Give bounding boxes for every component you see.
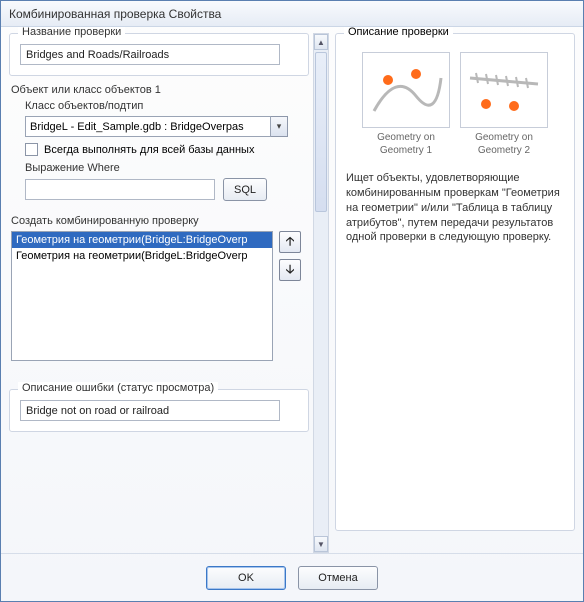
check-name-legend: Название проверки — [18, 27, 125, 38]
move-up-button[interactable]: 🡡 — [279, 231, 301, 253]
composite-listbox[interactable]: Геометрия на геометрии(BridgeL:BridgeOve… — [11, 231, 273, 361]
check-name-input[interactable] — [20, 44, 280, 65]
thumbnail-2-image — [460, 52, 548, 128]
thumbnail-1: Geometry on Geometry 1 — [362, 52, 450, 157]
check-description-text: Ищет объекты, удовлетворяющие комбиниров… — [346, 171, 564, 245]
scroll-down-button[interactable]: ▼ — [314, 536, 328, 552]
window-title: Комбинированная проверка Свойства — [9, 7, 221, 21]
error-description-group: Описание ошибки (статус просмотра) — [9, 389, 309, 432]
scroll-track: ▲ ▼ — [313, 33, 329, 553]
sql-button[interactable]: SQL — [223, 178, 267, 201]
geometry-icon — [464, 56, 544, 124]
scroll-up-button[interactable]: ▲ — [314, 34, 328, 50]
arrow-up-icon: 🡡 — [286, 232, 295, 253]
feature-subtype-label: Класс объектов/подтип — [25, 100, 307, 112]
list-item[interactable]: Геометрия на геометрии(BridgeL:BridgeOve… — [12, 232, 272, 248]
ok-button[interactable]: OK — [206, 566, 286, 590]
scroll-thumb[interactable] — [315, 52, 327, 212]
content-area: Название проверки Объект или класс объек… — [1, 27, 583, 553]
chevron-down-icon: ▾ — [277, 121, 282, 132]
always-run-checkbox[interactable] — [25, 143, 38, 156]
dialog-footer: OK Отмена — [1, 553, 583, 601]
always-run-label: Всегда выполнять для всей базы данных — [44, 144, 254, 156]
dialog-window: Комбинированная проверка Свойства Назван… — [0, 0, 584, 602]
error-legend: Описание ошибки (статус просмотра) — [18, 382, 218, 394]
cancel-button[interactable]: Отмена — [298, 566, 378, 590]
feature-class-label: Объект или класс объектов 1 — [11, 84, 307, 96]
list-item[interactable]: Геометрия на геометрии(BridgeL:BridgeOve… — [12, 248, 272, 264]
thumbnail-2-label: Geometry on Geometry 2 — [460, 132, 548, 157]
geometry-icon — [366, 56, 446, 124]
check-description-legend: Описание проверки — [344, 27, 453, 38]
reorder-buttons: 🡡 🡣 — [279, 231, 301, 361]
arrow-down-icon: 🡣 — [286, 260, 295, 281]
where-input[interactable] — [25, 179, 215, 200]
where-row: SQL — [25, 178, 307, 201]
feature-combo[interactable]: BridgeL - Edit_Sample.gdb : BridgeOverpa… — [25, 116, 271, 137]
thumbnail-1-image — [362, 52, 450, 128]
error-description-input[interactable] — [20, 400, 280, 421]
create-composite-label: Создать комбинированную проверку — [11, 215, 307, 227]
left-column: Название проверки Объект или класс объек… — [9, 33, 309, 553]
feature-class-section: Объект или класс объектов 1 Класс объект… — [9, 84, 309, 201]
check-name-group: Название проверки — [9, 33, 309, 76]
where-label: Выражение Where — [25, 162, 307, 174]
check-description-group: Описание проверки Geometry on Geometry 1 — [335, 33, 575, 531]
list-row: Геометрия на геометрии(BridgeL:BridgeOve… — [11, 231, 307, 361]
thumbnail-1-label: Geometry on Geometry 1 — [362, 132, 450, 157]
move-down-button[interactable]: 🡣 — [279, 259, 301, 281]
vertical-scrollbar[interactable]: ▲ ▼ — [313, 33, 331, 553]
feature-combo-row: BridgeL - Edit_Sample.gdb : BridgeOverpa… — [25, 116, 307, 137]
thumbnails-row: Geometry on Geometry 1 — [346, 52, 564, 157]
chevron-down-icon: ▼ — [317, 540, 325, 549]
thumbnail-2: Geometry on Geometry 2 — [460, 52, 548, 157]
always-run-row: Всегда выполнять для всей базы данных — [25, 143, 307, 156]
feature-combo-dropdown-button[interactable]: ▾ — [271, 116, 288, 137]
chevron-up-icon: ▲ — [317, 38, 325, 47]
feature-combo-text: BridgeL - Edit_Sample.gdb : BridgeOverpa… — [30, 121, 244, 133]
titlebar: Комбинированная проверка Свойства — [1, 1, 583, 27]
right-column: Описание проверки Geometry on Geometry 1 — [335, 33, 575, 553]
create-composite-section: Создать комбинированную проверку Геометр… — [9, 215, 309, 361]
